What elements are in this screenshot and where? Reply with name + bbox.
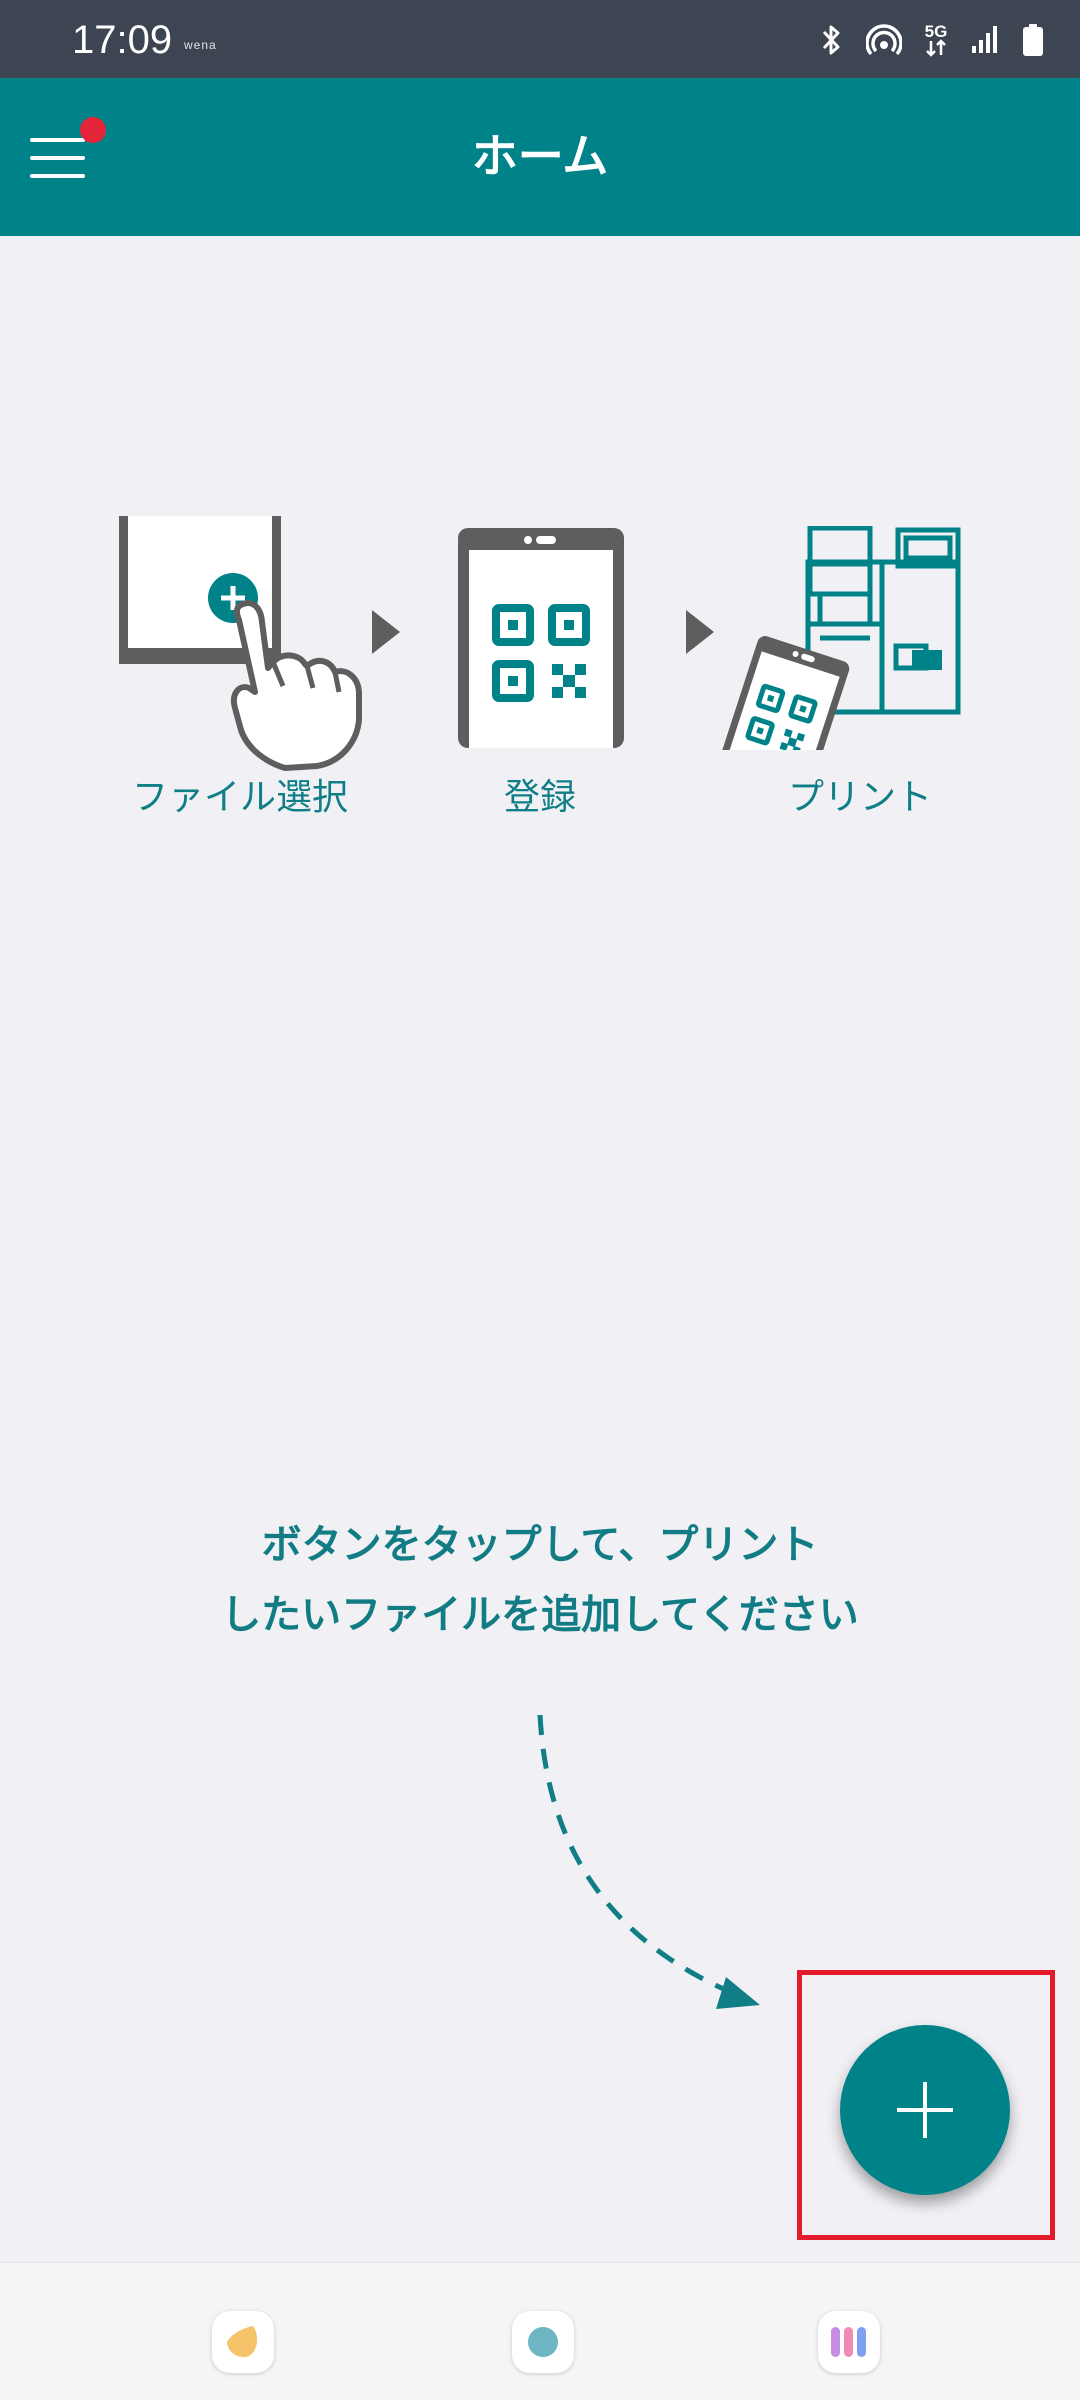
status-icons: 5G [818,22,1044,58]
file-select-tap-icon [119,516,362,771]
plus-icon [897,2082,953,2138]
hotspot-icon [866,24,902,56]
step-arrow-icon [372,610,400,654]
instruction-text: ボタンをタップして、プリント したいファイルを追加してください [90,1510,990,1650]
app-bar: ホーム [0,78,1080,236]
status-time: 17:09 [72,18,173,62]
multicolor-app-icon [831,2327,866,2357]
add-file-button[interactable] [840,2025,1010,2195]
page-title: ホーム [471,129,609,183]
instruction-line-2: したいファイルを追加してください [221,1592,859,1638]
instruction-line-1: ボタンをタップして、プリント [261,1522,819,1568]
step-label-register: 登録 [503,777,576,818]
printer-with-phone-icon [720,526,961,750]
steps-illustration: ファイル選択 登録 プリント [0,510,1080,850]
status-bar: 17:09 wena 5G [0,0,1080,78]
dashed-arrow-icon [537,1715,760,2009]
step-arrow-icon [686,610,714,654]
network-label: 5G [924,21,948,41]
status-carrier-note: wena [184,38,217,52]
signal-icon [972,26,997,53]
dock-item-yellow-app[interactable] [212,2311,274,2373]
yellow-app-icon [227,2326,258,2358]
step-label-print: プリント [787,777,932,818]
step-label-file-select: ファイル選択 [131,777,348,818]
battery-icon [1023,24,1043,56]
phone-qr-code-icon [458,528,624,748]
network-5g-icon: 5G [924,21,948,57]
dock-item-teal-app[interactable] [512,2311,574,2373]
teal-dot-app-icon [528,2327,558,2357]
bluetooth-icon [822,25,840,55]
dock-item-multicolor-app[interactable] [818,2311,880,2373]
bottom-dock [0,2262,1080,2400]
